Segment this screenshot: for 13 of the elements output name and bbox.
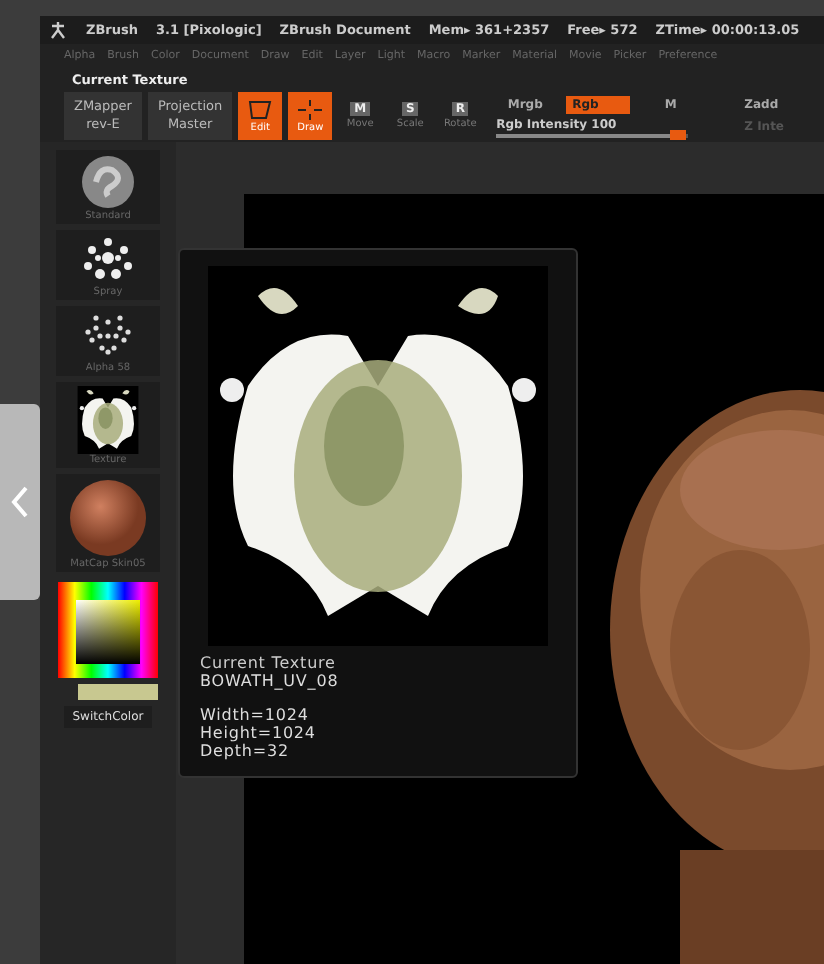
chevron-left-icon: [10, 486, 30, 518]
slider-thumb[interactable]: [670, 129, 687, 139]
tooltip-title: Current Texture: [200, 654, 338, 672]
texture-detail: Depth=32: [200, 742, 291, 760]
color-picker[interactable]: [58, 582, 158, 678]
texture-detail: Width=1024: [200, 706, 311, 724]
crosshair-icon: [298, 99, 323, 119]
material-sphere-icon: [68, 478, 148, 558]
texture-name: BOWATH_UV_08: [200, 672, 341, 690]
texture-detail: Height=1024: [200, 724, 318, 742]
color-swatch[interactable]: [78, 684, 158, 700]
figure-logo-icon: [48, 20, 68, 40]
edit-frame-icon: [248, 99, 273, 119]
